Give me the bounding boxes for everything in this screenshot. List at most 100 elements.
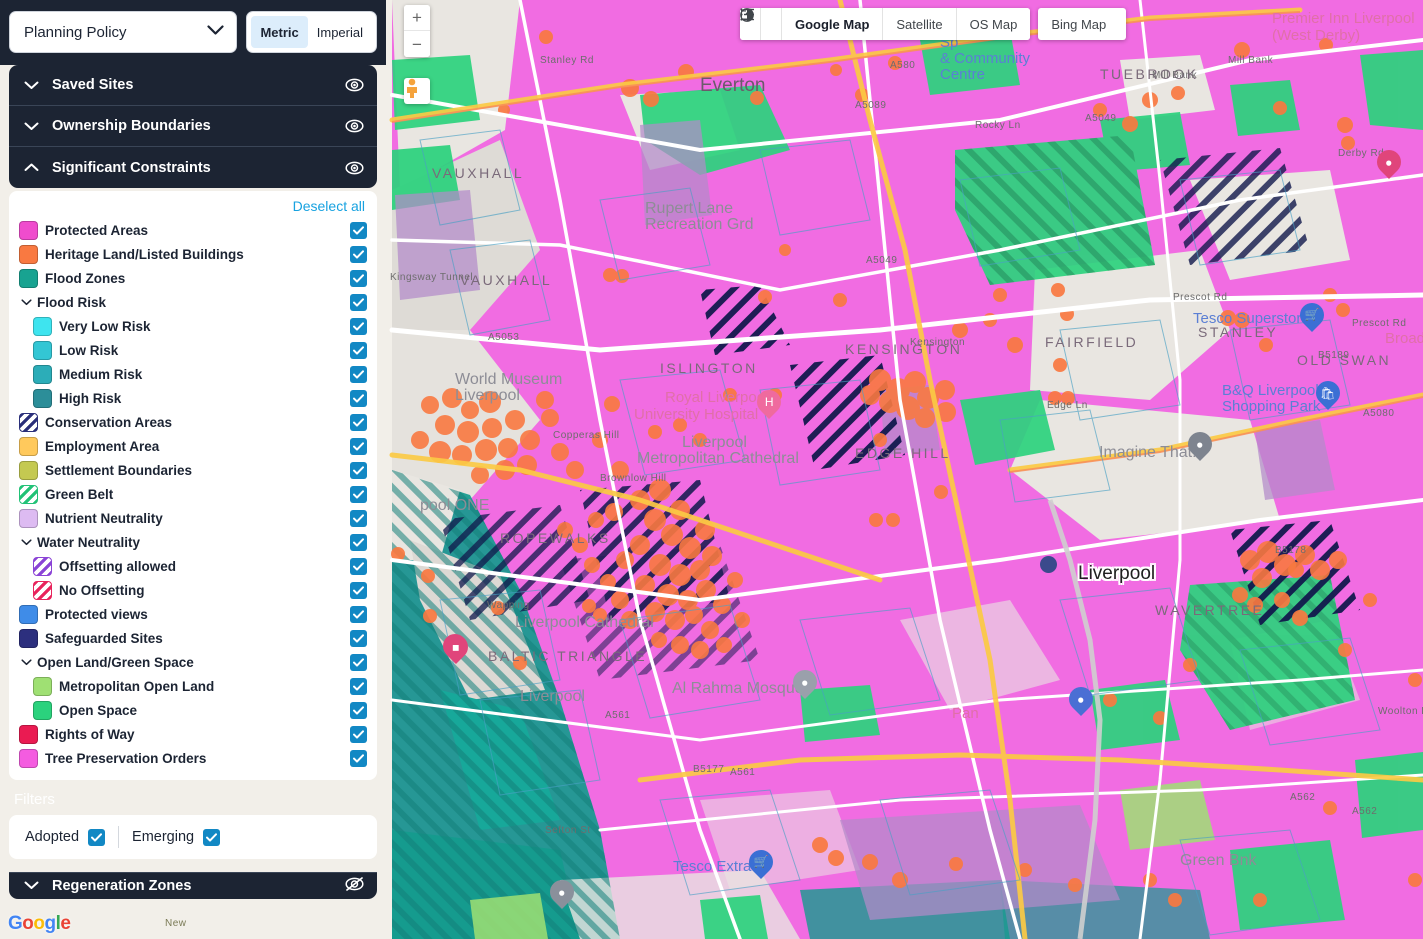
legend-label: Rights of Way — [45, 727, 350, 742]
filter-emerging-checkbox[interactable] — [203, 829, 220, 846]
legend-checkbox[interactable] — [350, 558, 367, 575]
map-type-satellite[interactable]: Satellite — [883, 8, 956, 40]
legend-checkbox[interactable] — [350, 438, 367, 455]
legend-checkbox[interactable] — [350, 390, 367, 407]
legend-row[interactable]: Open Land/Green Space — [19, 650, 367, 674]
legend-row[interactable]: Protected Areas — [19, 218, 367, 242]
chevron-down-icon[interactable] — [19, 299, 33, 306]
legend-row[interactable]: Open Space — [19, 698, 367, 722]
legend-row[interactable]: Safeguarded Sites — [19, 626, 367, 650]
legend-checkbox[interactable] — [350, 726, 367, 743]
zoom-in-button[interactable]: + — [404, 5, 430, 31]
eye-off-icon[interactable] — [345, 877, 364, 896]
legend-row[interactable]: High Risk — [19, 386, 367, 410]
legend-checkbox[interactable] — [350, 222, 367, 239]
map-type-group[interactable]: Google Map Satellite OS Map — [740, 8, 1030, 40]
check-icon — [353, 394, 364, 403]
legend-row[interactable]: Protected views — [19, 602, 367, 626]
check-icon — [353, 346, 364, 355]
legend-row[interactable]: Very Low Risk — [19, 314, 367, 338]
eye-icon[interactable] — [344, 119, 364, 133]
legend-swatch-wrap — [33, 317, 59, 336]
sidebar-section-ownership-boundaries[interactable]: Ownership Boundaries — [9, 106, 377, 147]
legend-checkbox[interactable] — [350, 750, 367, 767]
legend-checkbox[interactable] — [350, 366, 367, 383]
legend-row[interactable]: Flood Zones — [19, 266, 367, 290]
legend-checkbox[interactable] — [350, 630, 367, 647]
zoom-out-button[interactable]: − — [404, 31, 430, 57]
planning-policy-select[interactable]: Planning Policy — [9, 11, 237, 53]
legend-checkbox[interactable] — [350, 318, 367, 335]
chevron-down-icon[interactable] — [19, 659, 33, 666]
legend-color-swatch — [19, 221, 38, 240]
legend-swatch-wrap — [33, 389, 59, 408]
unit-metric-button[interactable]: Metric — [251, 16, 307, 48]
legend-checkbox[interactable] — [350, 702, 367, 719]
legend-row[interactable]: Low Risk — [19, 338, 367, 362]
legend-row[interactable]: No Offsetting — [19, 578, 367, 602]
legend-row[interactable]: Flood Risk — [19, 290, 367, 314]
chevron-down-icon — [24, 877, 39, 895]
app-root: EvertonTUEBROOKVAUXHALLKingsway TunnelVA… — [0, 0, 1423, 939]
legend-checkbox[interactable] — [350, 510, 367, 527]
check-icon — [353, 298, 364, 307]
legend-swatch-wrap — [19, 269, 45, 288]
legend-checkbox[interactable] — [350, 342, 367, 359]
legend-row[interactable]: Metropolitan Open Land — [19, 674, 367, 698]
legend-checkbox[interactable] — [350, 654, 367, 671]
legend-color-swatch — [19, 437, 38, 456]
legend-row[interactable]: Conservation Areas — [19, 410, 367, 434]
legend-checkbox[interactable] — [350, 534, 367, 551]
filter-emerging[interactable]: Emerging — [132, 829, 220, 846]
legend-checkbox[interactable] — [350, 678, 367, 695]
contrast-icon[interactable] — [761, 8, 782, 40]
map-type-bing-map-button[interactable]: Bing Map — [1038, 8, 1126, 40]
check-icon — [353, 370, 364, 379]
unit-imperial-button[interactable]: Imperial — [308, 16, 372, 48]
legend-checkbox[interactable] — [350, 606, 367, 623]
unit-toggle[interactable]: Metric Imperial — [246, 11, 377, 53]
legend-row[interactable]: Employment Area — [19, 434, 367, 458]
map-type-google-map[interactable]: Google Map — [782, 8, 883, 40]
legend-checkbox[interactable] — [350, 582, 367, 599]
legend-checkbox[interactable] — [350, 270, 367, 287]
legend-row[interactable]: Settlement Boundaries — [19, 458, 367, 482]
legend-checkbox[interactable] — [350, 246, 367, 263]
legend-checkbox[interactable] — [350, 462, 367, 479]
map-type-os-map[interactable]: OS Map — [957, 8, 1031, 40]
map-dot-marker[interactable] — [1040, 556, 1057, 573]
legend-checkbox[interactable] — [350, 414, 367, 431]
legend-row[interactable]: Green Belt — [19, 482, 367, 506]
legend-row[interactable]: Nutrient Neutrality — [19, 506, 367, 530]
chevron-down-icon — [207, 23, 224, 41]
legend-row[interactable]: Rights of Way — [19, 722, 367, 746]
map-zoom-controls[interactable]: + − — [404, 5, 430, 57]
filter-adopted-checkbox[interactable] — [88, 829, 105, 846]
legend-checkbox[interactable] — [350, 486, 367, 503]
legend-row[interactable]: Medium Risk — [19, 362, 367, 386]
chevron-down-icon[interactable] — [19, 539, 33, 546]
chevron-down-glyph — [21, 299, 32, 306]
legend-label: Open Land/Green Space — [37, 655, 350, 670]
sidebar-section-saved-sites[interactable]: Saved Sites — [9, 65, 377, 106]
deselect-all-button[interactable]: Deselect all — [293, 198, 365, 214]
filter-adopted[interactable]: Adopted — [25, 829, 105, 846]
bing-map-label: Bing Map — [1051, 17, 1106, 32]
eye-off-glyph — [345, 877, 364, 891]
legend-row[interactable]: Water Neutrality — [19, 530, 367, 554]
legend-label: Conservation Areas — [45, 415, 350, 430]
sidebar-section-regeneration-zones[interactable]: Regeneration Zones — [9, 873, 377, 899]
eye-icon[interactable] — [344, 78, 364, 92]
legend-label: Flood Risk — [37, 295, 350, 310]
legend-row[interactable]: Offsetting allowed — [19, 554, 367, 578]
map-type-bar[interactable]: Google Map Satellite OS Map Bing Map — [740, 8, 1126, 40]
legend-label: Water Neutrality — [37, 535, 350, 550]
sidebar-section-significant-constraints[interactable]: Significant Constraints — [9, 147, 377, 188]
legend-row[interactable]: Tree Preservation Orders — [19, 746, 367, 770]
legend-checkbox[interactable] — [350, 294, 367, 311]
legend-row[interactable]: Heritage Land/Listed Buildings — [19, 242, 367, 266]
eye-icon[interactable] — [344, 161, 364, 175]
pegman-glyph — [404, 78, 420, 98]
filters-box: Adopted Emerging — [9, 815, 377, 859]
pegman-streetview-icon[interactable] — [404, 78, 430, 104]
